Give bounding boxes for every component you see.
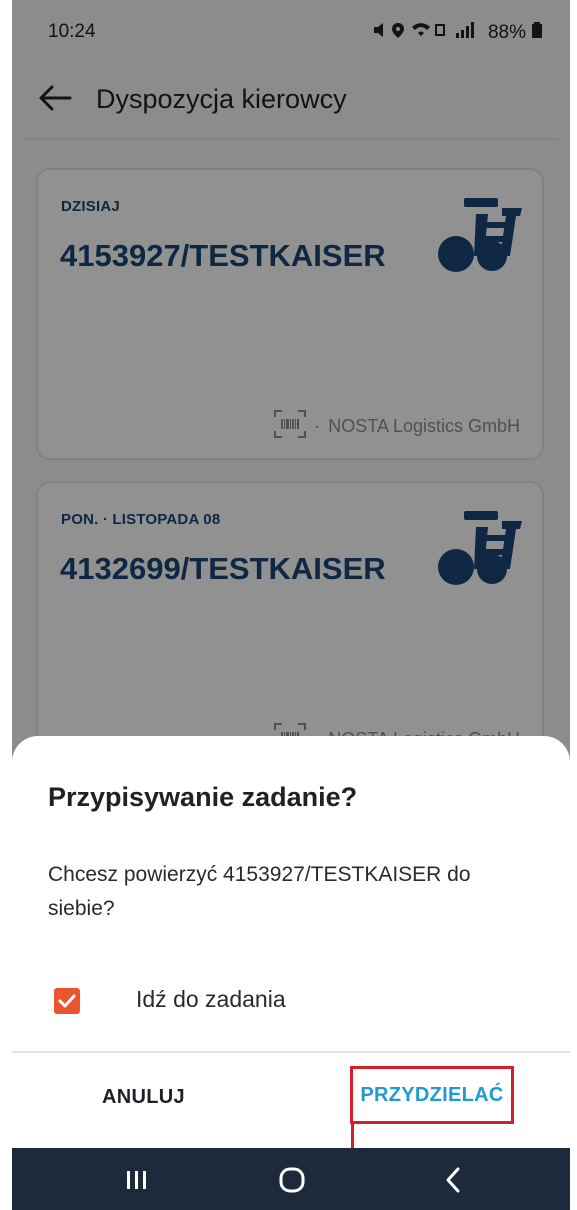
- go-to-task-checkbox[interactable]: [54, 988, 80, 1014]
- nav-back-icon[interactable]: [436, 1162, 472, 1198]
- assign-button[interactable]: PRZYDZIELAĆ: [350, 1066, 514, 1124]
- dialog-message: Chcesz powierzyć 4153927/TESTKAISER do s…: [48, 863, 471, 920]
- checkbox-label[interactable]: Idź do zadania: [136, 986, 286, 1013]
- assign-dialog: Przypisywanie zadanie? Chcesz powierzyć …: [12, 736, 570, 1148]
- checkmark-icon: [58, 994, 76, 1008]
- home-icon[interactable]: [274, 1162, 310, 1198]
- cancel-button[interactable]: ANULUJ: [102, 1086, 185, 1109]
- phone-screen: 10:24 88% Dyspozycja kierowcy DZISIAJ 41…: [12, 0, 570, 1210]
- dialog-divider: [12, 1051, 570, 1053]
- assign-button-label: PRZYDZIELAĆ: [360, 1083, 504, 1106]
- system-nav-bar: [12, 1148, 570, 1210]
- recent-apps-icon[interactable]: [118, 1162, 154, 1198]
- dialog-title: Przypisywanie zadanie?: [48, 782, 358, 812]
